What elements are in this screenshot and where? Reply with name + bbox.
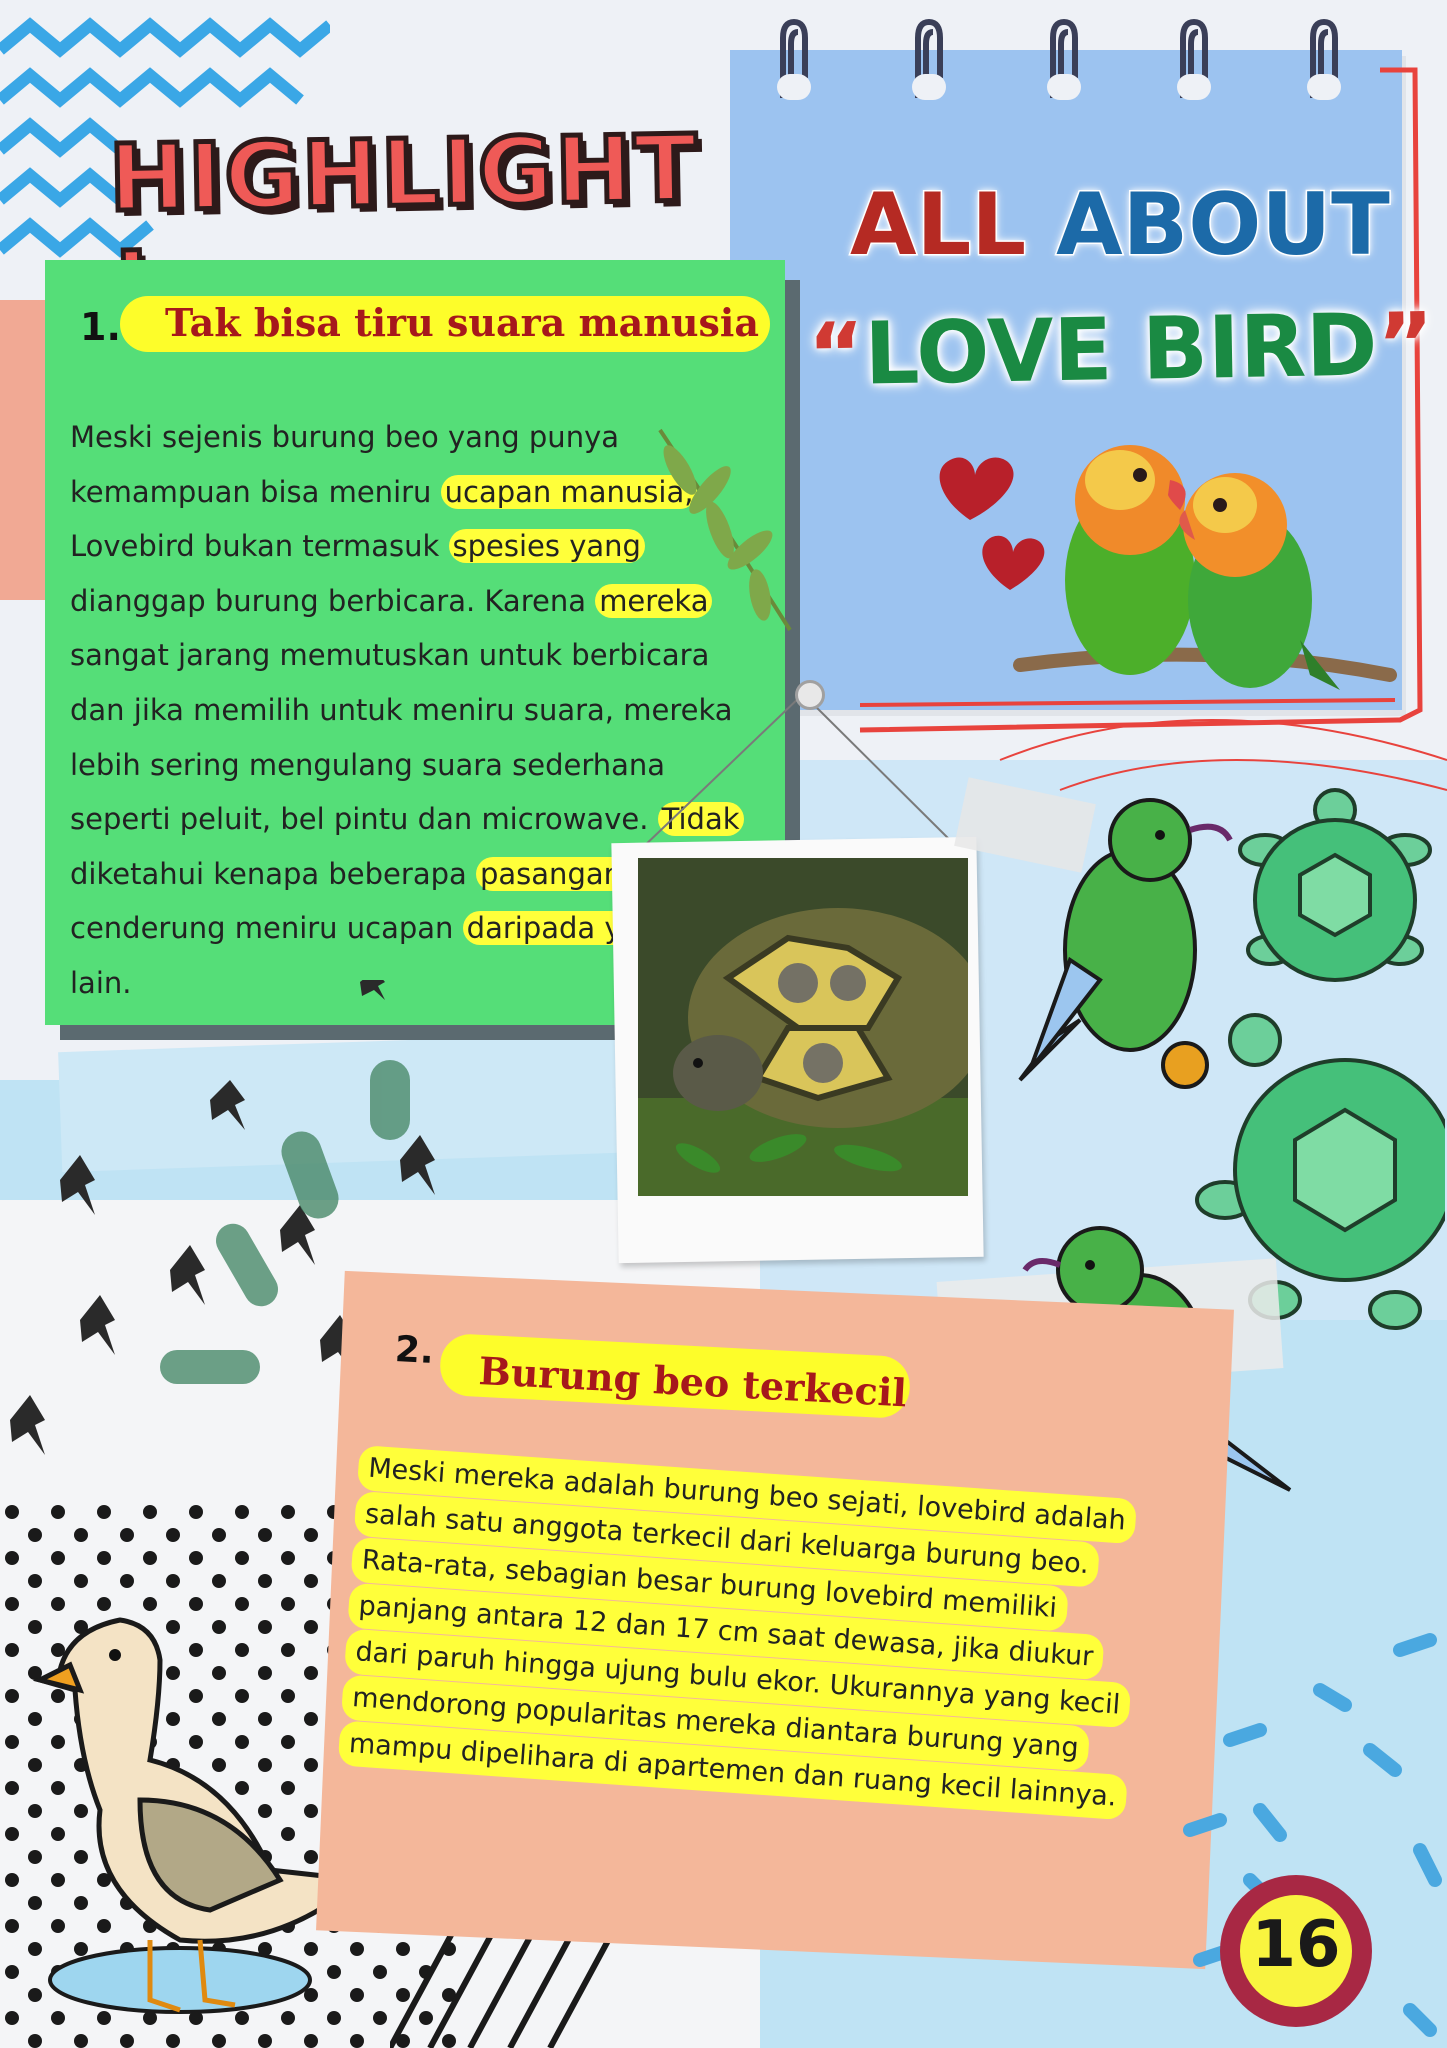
section-2-body: Meski mereka adalah burung beo sejati, l… (337, 1445, 1208, 1826)
leaf-icon (658, 428, 792, 632)
pin-icon (795, 680, 825, 710)
highlight-phrase: spesies yang (448, 529, 645, 564)
title-love-bird: LOVE BIRD (863, 295, 1379, 405)
section-1-number: 1. (80, 305, 121, 349)
title-word-about: ABOUT (1055, 174, 1392, 277)
title-word-all: ALL (848, 174, 1027, 277)
body-line: Lovebird bukan termasuk (70, 529, 449, 564)
green-bird-sticker (1018, 798, 1233, 1089)
spiral-ring-icon (1177, 18, 1211, 100)
title-quote-open: “ (807, 304, 866, 406)
notebook-title-line-2: “LOVE BIRD” (807, 295, 1435, 406)
body-line: Meski sejenis burung beo yang punya (70, 420, 620, 454)
body-line: kemampuan bisa meniru (70, 474, 441, 509)
body-line: dianggap burung berbicara. Karena (70, 583, 596, 618)
body-line: sangat jarang memutuskan untuk berbicara (70, 638, 710, 673)
title-quote-close: ” (1376, 294, 1435, 396)
spiral-ring-icon (1307, 18, 1341, 100)
tortoise-photo (638, 858, 968, 1196)
turtle-sticker (1238, 788, 1432, 982)
notebook-title-line-1: ALL ABOUT (848, 174, 1392, 277)
body-line: cenderung meniru ucapan (70, 911, 463, 946)
page-number: 16 (1251, 1908, 1341, 1982)
body-line: diketahui kenapa beberapa (70, 856, 476, 891)
section-2-number: 2. (393, 1329, 435, 1372)
section-1-heading: Tak bisa tiru suara manusia (165, 300, 759, 345)
lovebird-illustration (1013, 445, 1397, 690)
body-line: lebih sering mengulang suara sederhana (70, 747, 666, 782)
spiral-ring-icon (1047, 18, 1081, 100)
spiral-ring-icon (777, 18, 811, 100)
spiral-ring-icon (912, 18, 946, 100)
body-line: seperti peluit, bel pintu dan microwave. (70, 802, 658, 837)
